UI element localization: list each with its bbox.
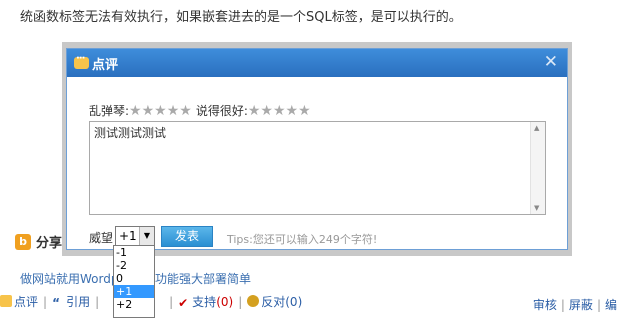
block-link[interactable]: 屏蔽: [569, 298, 593, 312]
rating2-label: 说得很好:: [195, 104, 248, 118]
review-link[interactable]: 审核: [533, 298, 557, 312]
textarea-scrollbar[interactable]: ▲ ▼: [530, 122, 545, 214]
select-value: +1: [119, 229, 137, 243]
divider: |: [238, 294, 243, 309]
prestige-label: 威望: [89, 231, 114, 245]
edit-link[interactable]: 编: [605, 298, 617, 312]
comment-dialog: 点评 ✕ 乱弹琴: ★★★★★ 说得很好: ★★★★★ 测试测试测试 ▲ ▼ 威…: [66, 48, 568, 250]
oppose-count: (0): [285, 295, 303, 309]
chevron-down-icon[interactable]: ▼: [139, 227, 154, 245]
prestige-select[interactable]: +1 ▼: [115, 226, 155, 246]
oppose-action[interactable]: 反对(0): [247, 293, 302, 310]
tips-text: Tips:您还可以输入249个字符!: [227, 233, 378, 246]
rating2-stars[interactable]: ★★★★★: [248, 103, 311, 119]
scroll-up-arrow-icon[interactable]: ▲: [534, 124, 539, 132]
prestige-dropdown-list: -1 -2 0 +1 +2: [113, 245, 155, 318]
divider: |: [43, 294, 48, 309]
divider: |: [95, 294, 100, 309]
moderation-actions: 审核 | 屏蔽 | 编: [532, 298, 617, 312]
scroll-down-arrow-icon[interactable]: ▼: [534, 204, 539, 212]
thumbs-up-icon: ✔: [178, 296, 189, 310]
egg-icon: [247, 295, 260, 307]
quote-icon: “: [52, 296, 60, 310]
comment-action[interactable]: 点评: [0, 293, 38, 310]
article-text: 统函数标签无法有效执行，如果嵌套进去的是一个SQL标签，是可以执行的。: [20, 10, 462, 25]
rating1-label: 乱弹琴:: [89, 104, 130, 118]
rating-row: 乱弹琴: ★★★★★ 说得很好: ★★★★★: [89, 102, 315, 119]
close-icon[interactable]: ✕: [544, 52, 558, 72]
share-icon: b: [15, 233, 31, 250]
comment-text: 测试测试测试: [94, 126, 167, 140]
submit-button[interactable]: 发表: [161, 226, 213, 247]
dropdown-option[interactable]: -1: [114, 246, 154, 259]
support-count: (0): [216, 295, 234, 309]
divider: |: [169, 294, 174, 309]
quote-action[interactable]: “引用: [52, 293, 90, 310]
dropdown-option[interactable]: -2: [114, 259, 154, 272]
speech-bubble-icon: [74, 53, 89, 69]
dropdown-option-selected[interactable]: +1: [114, 285, 154, 298]
support-action[interactable]: ✔ 支持(0): [178, 293, 233, 310]
dropdown-option[interactable]: 0: [114, 272, 154, 285]
dialog-titlebar: 点评: [67, 49, 567, 77]
dialog-title: 点评: [92, 57, 119, 73]
comment-textarea[interactable]: 测试测试测试 ▲ ▼: [89, 121, 546, 215]
comment-icon: [0, 295, 12, 307]
rating1-stars[interactable]: ★★★★★: [129, 103, 192, 119]
dropdown-option[interactable]: +2: [114, 298, 154, 311]
